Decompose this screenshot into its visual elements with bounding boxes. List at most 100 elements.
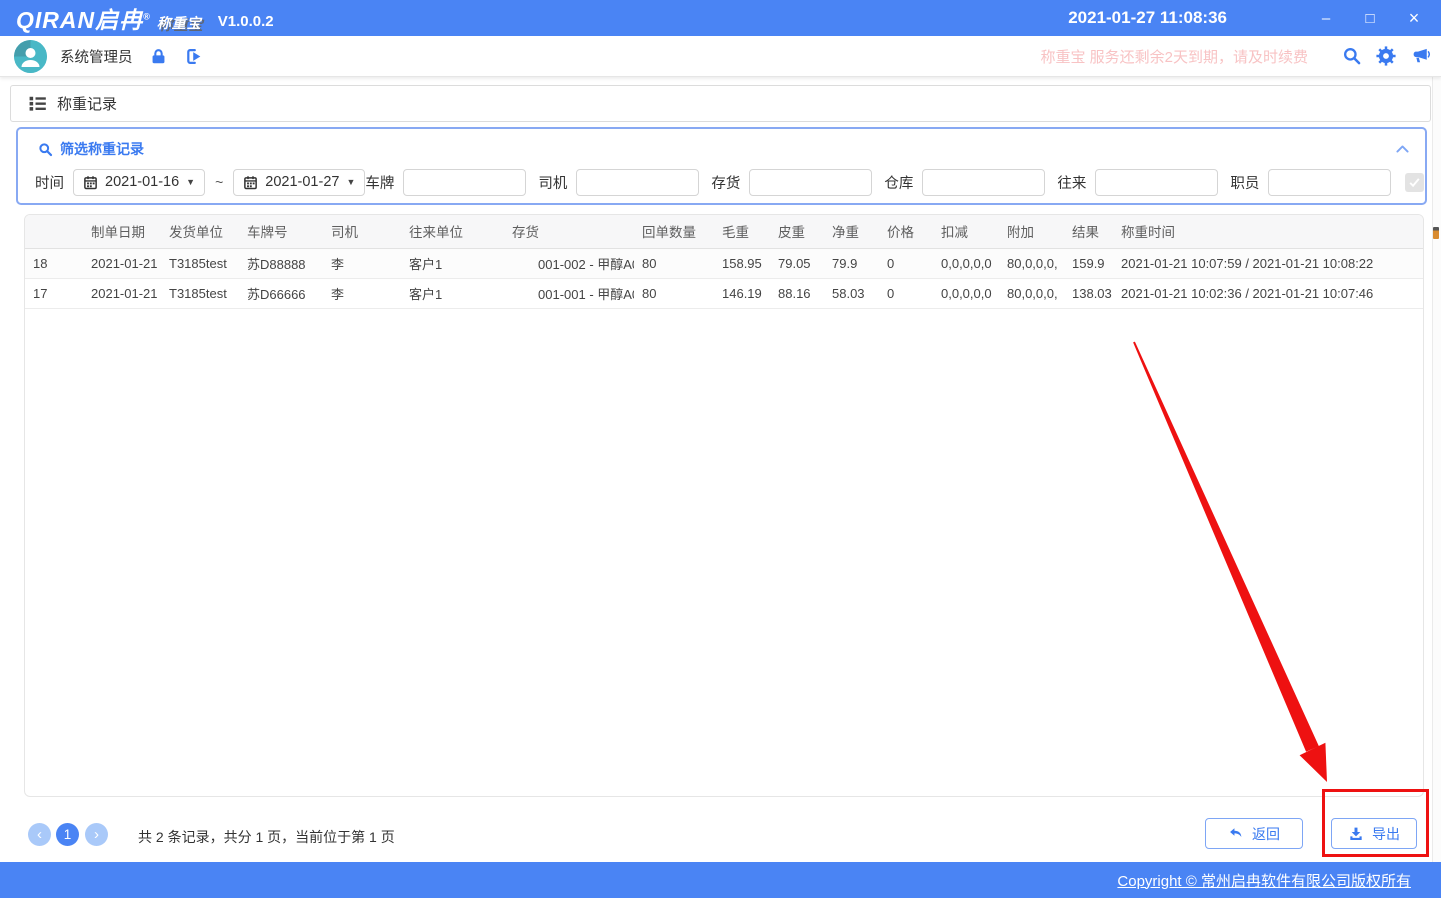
pagination-summary: 共 2 条记录，共分 1 页，当前位于第 1 页 <box>138 827 395 847</box>
back-button[interactable]: 返回 <box>1205 818 1303 849</box>
column-header: 皮重 <box>770 215 824 248</box>
footer-bar: Copyright © 常州启冉软件有限公司版权所有 <box>0 862 1441 898</box>
filter-row: 时间 2021-01-16 ▼ ~ 2021-01-27 ▼ 车牌司机存货仓库往… <box>18 168 1425 196</box>
column-header: 车牌号 <box>239 215 323 248</box>
close-button[interactable]: × <box>1399 8 1429 29</box>
table-cell: 79.05 <box>770 248 824 278</box>
table-cell: 146.19 <box>714 278 770 308</box>
app-version: V1.0.0.2 <box>218 13 274 30</box>
column-header: 价格 <box>879 215 933 248</box>
column-header: 制单日期 <box>83 215 161 248</box>
maximize-button[interactable]: □ <box>1355 10 1385 27</box>
lock-icon[interactable] <box>149 47 168 66</box>
logout-icon[interactable] <box>184 47 204 66</box>
next-page-button[interactable]: › <box>85 823 108 846</box>
table-row[interactable]: 182021-01-21T3185test苏D88888李客户1001-002 … <box>25 248 1424 278</box>
vertical-scrollbar[interactable] <box>1432 77 1441 862</box>
current-page-button[interactable]: 1 <box>56 823 79 846</box>
table-cell: 2021-01-21 <box>83 278 161 308</box>
license-expiry-notice: 称重宝 服务还剩余2天到期，请及时续费 <box>1040 46 1308 67</box>
title-bar: QIRAN启冉® 称重宝 V1.0.0.2 2021-01-27 11:08:3… <box>0 0 1441 36</box>
table-cell: 18 <box>25 248 83 278</box>
check-icon <box>1408 176 1421 189</box>
table-cell: 88.16 <box>770 278 824 308</box>
table-cell: 2021-01-21 10:07:59 / 2021-01-21 10:08:2… <box>1113 248 1424 278</box>
table-cell: 0,0,0,0,0 <box>933 278 999 308</box>
date-range-separator: ~ <box>215 174 223 190</box>
table-cell: 苏D66666 <box>239 278 323 308</box>
filter-field-label: 司机 <box>538 172 567 193</box>
date-to-value: 2021-01-27 <box>265 174 339 190</box>
table-cell: 0 <box>879 248 933 278</box>
export-button[interactable]: 导出 <box>1331 818 1417 849</box>
user-icon <box>14 40 47 73</box>
column-header: 存货 <box>504 215 634 248</box>
table-cell: T3185test <box>161 278 239 308</box>
table-cell: 80 <box>634 248 714 278</box>
minimize-button[interactable]: – <box>1311 10 1341 27</box>
copyright-link[interactable]: Copyright © 常州启冉软件有限公司版权所有 <box>1117 870 1411 891</box>
filter-field-label: 职员 <box>1230 172 1259 193</box>
filter-field-input[interactable] <box>576 169 699 196</box>
filter-panel-title: 筛选称重记录 <box>60 139 144 159</box>
filter-time-label: 时间 <box>35 172 64 193</box>
filter-field-label: 车牌 <box>365 172 394 193</box>
column-header: 称重时间 <box>1113 215 1424 248</box>
gear-icon[interactable] <box>1376 46 1396 66</box>
pagination-bar: ‹ 1 › 共 2 条记录，共分 1 页，当前位于第 1 页 返回 导出 <box>0 818 1441 851</box>
user-bar: 系统管理员 称重宝 服务还剩余2天到期，请及时续费 <box>0 36 1441 77</box>
filter-field-input[interactable] <box>1268 169 1391 196</box>
date-from-value: 2021-01-16 <box>105 174 179 190</box>
table-cell: 17 <box>25 278 83 308</box>
table-cell: T3185test <box>161 248 239 278</box>
megaphone-icon[interactable] <box>1410 46 1431 66</box>
table-cell: 80 <box>634 278 714 308</box>
back-button-label: 返回 <box>1252 824 1280 844</box>
include-checkbox[interactable] <box>1405 173 1424 192</box>
table-cell: 客户1 <box>401 248 504 278</box>
column-header: 结果 <box>1064 215 1113 248</box>
table-cell: 客户1 <box>401 278 504 308</box>
table-cell: 79.9 <box>824 248 879 278</box>
current-user-label: 系统管理员 <box>60 46 133 67</box>
table-cell: 138.03 <box>1064 278 1113 308</box>
table-cell: 001-002 - 甲醇A002 <box>504 248 634 278</box>
download-icon <box>1348 826 1364 842</box>
table-cell: 001-001 - 甲醇A001 <box>504 278 634 308</box>
app-logo: QIRAN启冉® <box>16 1 151 35</box>
filter-panel: 筛选称重记录 时间 2021-01-16 ▼ ~ <box>16 127 1427 205</box>
column-header: 发货单位 <box>161 215 239 248</box>
filter-field-input[interactable] <box>749 169 872 196</box>
column-header <box>25 215 83 248</box>
table-cell: 2021-01-21 <box>83 248 161 278</box>
table-cell: 李 <box>323 248 401 278</box>
column-header: 毛重 <box>714 215 770 248</box>
column-header: 回单数量 <box>634 215 714 248</box>
table-cell: 0,0,0,0,0 <box>933 248 999 278</box>
table-cell: 2021-01-21 10:02:36 / 2021-01-21 10:07:4… <box>1113 278 1424 308</box>
date-to-picker[interactable]: 2021-01-27 ▼ <box>233 169 365 196</box>
search-icon[interactable] <box>1342 46 1362 66</box>
table-cell: 苏D88888 <box>239 248 323 278</box>
app-logo-badge: 称重宝 <box>157 13 202 33</box>
filter-field-input[interactable] <box>1095 169 1218 196</box>
records-table: 制单日期发货单位车牌号司机往来单位存货回单数量毛重皮重净重价格扣减附加结果称重时… <box>25 215 1424 309</box>
filter-field-label: 存货 <box>711 172 740 193</box>
table-cell: 0 <box>879 278 933 308</box>
page-title-card: 称重记录 <box>10 85 1431 122</box>
filter-field-input[interactable] <box>403 169 526 196</box>
calendar-icon <box>243 175 258 190</box>
column-header: 司机 <box>323 215 401 248</box>
list-icon <box>28 94 47 113</box>
table-cell: 80,0,0,0, <box>999 278 1064 308</box>
records-table-card: 制单日期发货单位车牌号司机往来单位存货回单数量毛重皮重净重价格扣减附加结果称重时… <box>24 214 1424 797</box>
table-row[interactable]: 172021-01-21T3185test苏D66666李客户1001-001 … <box>25 278 1424 308</box>
date-from-picker[interactable]: 2021-01-16 ▼ <box>73 169 205 196</box>
export-button-label: 导出 <box>1372 824 1400 844</box>
filter-field-label: 往来 <box>1057 172 1086 193</box>
filter-field-input[interactable] <box>922 169 1045 196</box>
prev-page-button[interactable]: ‹ <box>28 823 51 846</box>
chevron-up-icon[interactable] <box>1394 142 1411 156</box>
column-header: 净重 <box>824 215 879 248</box>
caret-down-icon: ▼ <box>346 177 355 187</box>
